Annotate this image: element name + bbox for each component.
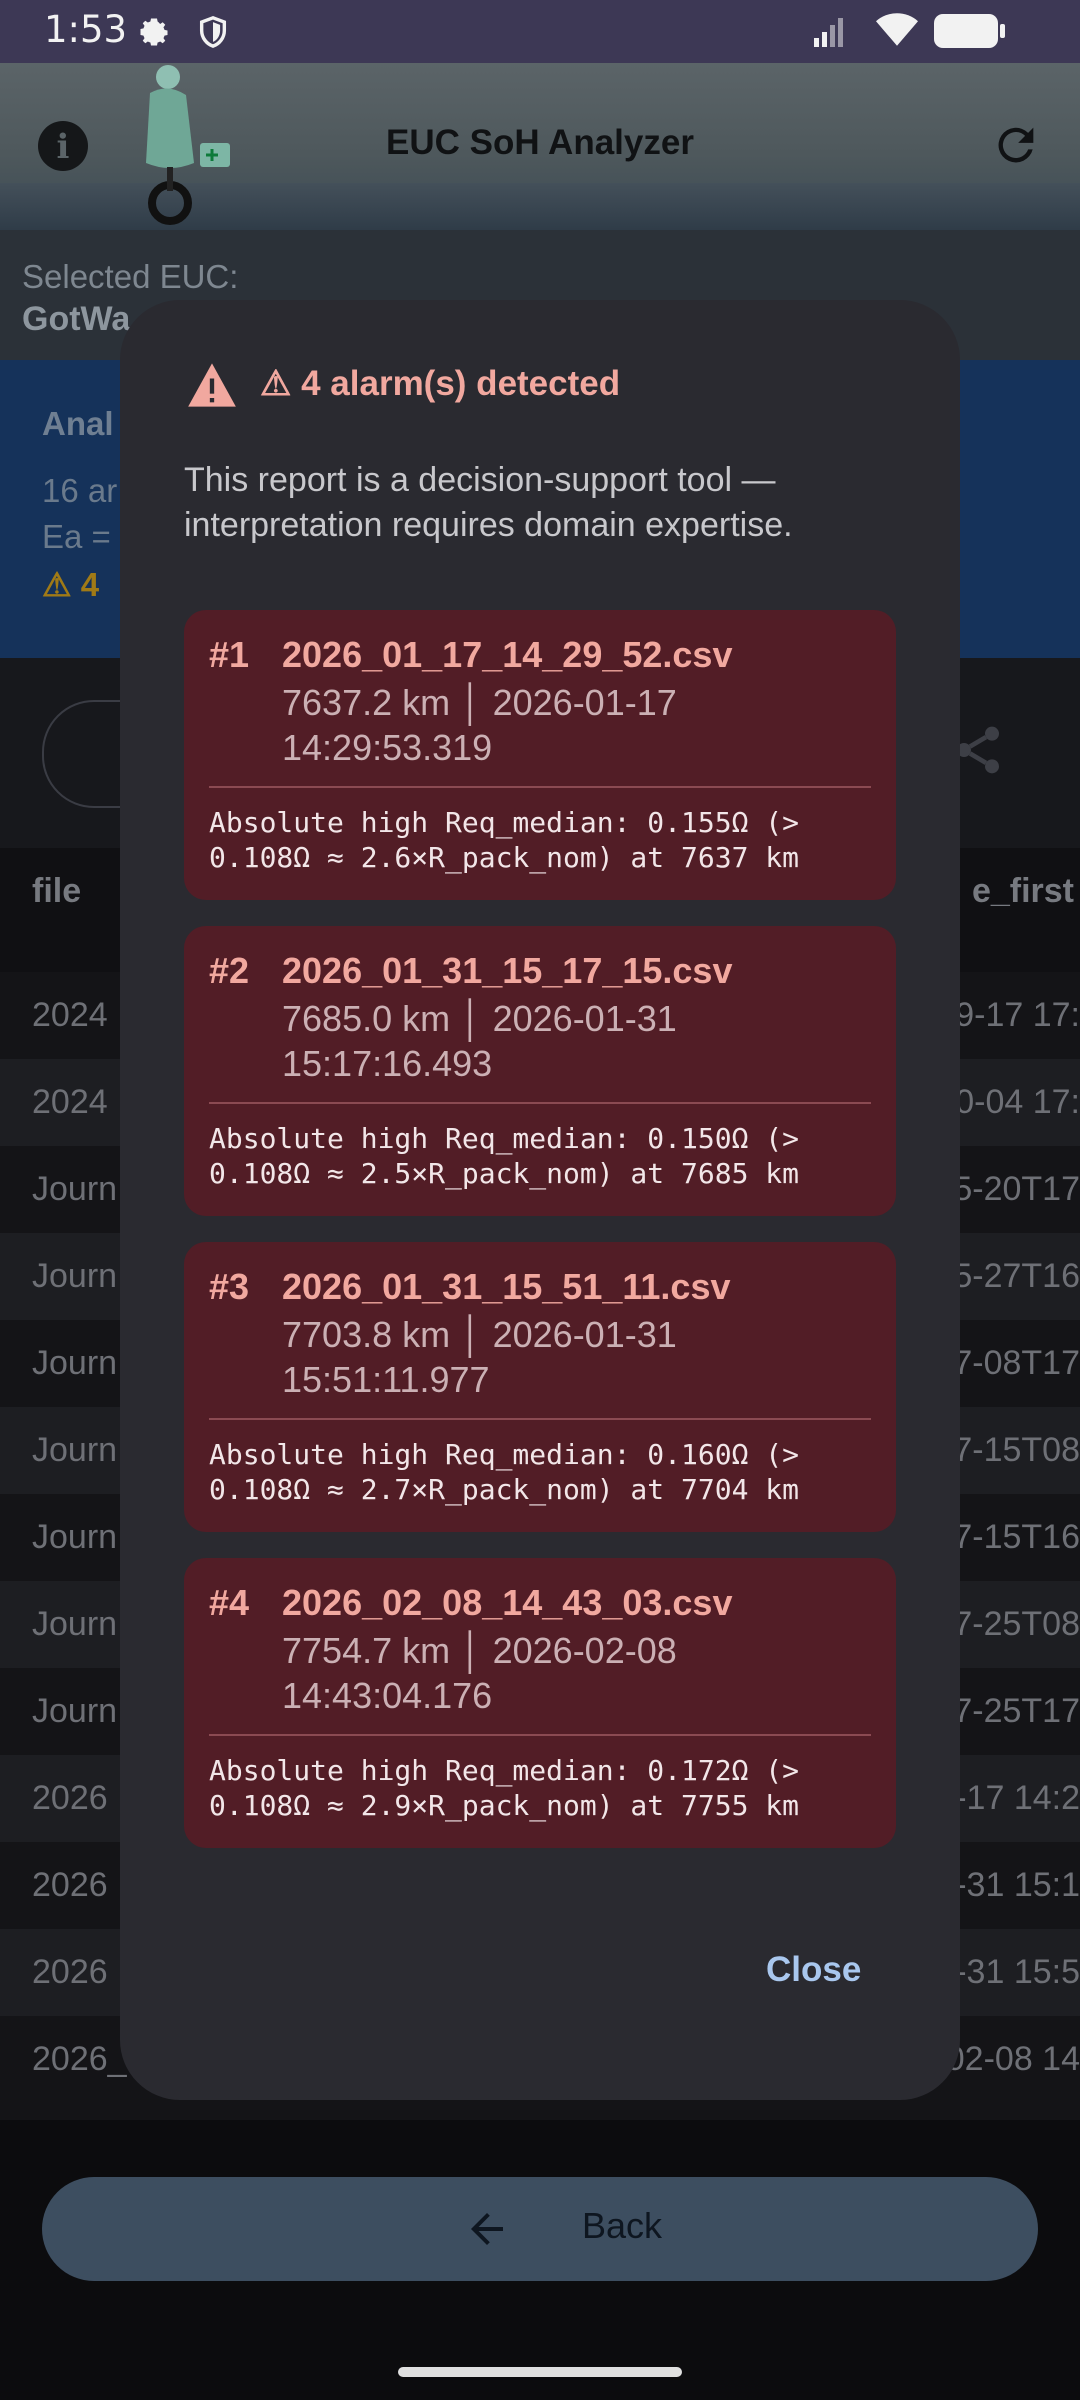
alarm-file: 2026_02_08_14_43_03.csv xyxy=(282,1582,733,1623)
alarm-number: #4 xyxy=(209,1582,250,1623)
cell: 2024 xyxy=(32,1083,108,1121)
cell: Journ xyxy=(32,1431,118,1469)
alarm-detail: Absolute high Req_median: 0.150Ω (> 0.10… xyxy=(209,1122,800,1190)
app-bar: i EUC SoH Analyzer xyxy=(0,63,1080,230)
alarm-meta: 7685.0 km │ 2026-01-31 15:17:16.493 xyxy=(282,998,677,1084)
cell: Journ xyxy=(32,1518,118,1556)
analysis-warning: ⚠ 4 xyxy=(42,566,100,603)
divider xyxy=(209,1418,871,1420)
alarm-number: #2 xyxy=(209,950,250,991)
alarm-card: #3 2026_01_31_15_51_11.csv 7703.8 km │ 2… xyxy=(184,1242,896,1532)
cell: 02-08 14 xyxy=(945,2040,1080,2078)
bottom-bar: Back xyxy=(0,2120,1080,2400)
cell: Journ xyxy=(32,1344,118,1382)
cell: 7-15T16 xyxy=(953,1518,1080,1556)
selected-euc-label: Selected EUC: xyxy=(22,258,239,295)
column-header-file: file xyxy=(32,872,82,910)
cell: 2026 xyxy=(32,1779,108,1817)
alarm-number: #3 xyxy=(209,1266,250,1307)
alarm-card: #2 2026_01_31_15_17_15.csv 7685.0 km │ 2… xyxy=(184,926,896,1216)
cell: 5-27T16 xyxy=(953,1257,1080,1295)
analysis-line: Ea = xyxy=(42,518,111,555)
cell: 7-08T17 xyxy=(953,1344,1080,1382)
alarm-file: 2026_01_31_15_51_11.csv xyxy=(282,1266,731,1307)
alarm-file: 2026_01_17_14_29_52.csv xyxy=(282,634,733,675)
signal-icon xyxy=(814,18,843,47)
dialog-title: ⚠ 4 alarm(s) detected xyxy=(260,364,621,403)
analysis-title: Anal xyxy=(42,405,114,442)
back-button[interactable]: Back xyxy=(42,2177,1038,2281)
alarm-card: #4 2026_02_08_14_43_03.csv 7754.7 km │ 2… xyxy=(184,1558,896,1848)
alarm-dialog: ⚠ 4 alarm(s) detected This report is a d… xyxy=(120,300,960,2100)
alarm-number: #1 xyxy=(209,634,250,675)
app-title: EUC SoH Analyzer xyxy=(386,123,694,162)
alarm-detail: Absolute high Req_median: 0.172Ω (> 0.10… xyxy=(209,1754,800,1822)
alarm-meta: 7754.7 km │ 2026-02-08 14:43:04.176 xyxy=(282,1630,677,1716)
cell: 7-25T08 xyxy=(953,1605,1080,1643)
close-button[interactable]: Close xyxy=(766,1950,861,1990)
cell: Journ xyxy=(32,1170,118,1208)
arrow-left-icon xyxy=(471,2213,503,2245)
warning-icon xyxy=(188,363,236,407)
cell: 7-15T08 xyxy=(953,1431,1080,1469)
cell: 2026 xyxy=(32,1953,108,1991)
back-button-label: Back xyxy=(582,2205,663,2246)
selected-euc-value: GotWa xyxy=(22,300,131,338)
cell: 2026 xyxy=(32,1866,108,1904)
alarm-meta: 7637.2 km │ 2026-01-17 14:29:53.319 xyxy=(282,682,677,768)
settings-icon xyxy=(140,18,168,46)
cell: 9-17 17: xyxy=(955,996,1080,1034)
cell: Journ xyxy=(32,1257,118,1295)
alarm-meta: 7703.8 km │ 2026-01-31 15:51:11.977 xyxy=(282,1314,677,1400)
refresh-icon[interactable] xyxy=(990,119,1042,171)
alarm-detail: Absolute high Req_median: 0.155Ω (> 0.10… xyxy=(209,806,800,874)
wifi-icon xyxy=(876,13,918,46)
dialog-message: This report is a decision-support tool —… xyxy=(184,461,793,544)
alarm-file: 2026_01_31_15_17_15.csv xyxy=(282,950,733,991)
cell: Journ xyxy=(32,1605,118,1643)
divider xyxy=(209,1734,871,1736)
cell: 2024 xyxy=(32,996,108,1034)
cell: 7-25T17 xyxy=(953,1692,1080,1730)
status-bar: 1:53 xyxy=(0,0,1080,63)
alarm-detail: Absolute high Req_median: 0.160Ω (> 0.10… xyxy=(209,1438,800,1506)
analysis-line: 16 ar xyxy=(42,472,118,509)
column-header-date-first: e_first xyxy=(971,872,1074,910)
alarm-card: #1 2026_01_17_14_29_52.csv 7637.2 km │ 2… xyxy=(184,610,896,900)
cell: 0-04 17: xyxy=(955,1083,1080,1121)
home-indicator[interactable] xyxy=(398,2367,682,2377)
battery-icon xyxy=(934,14,1005,48)
status-time: 1:53 xyxy=(44,8,128,51)
divider xyxy=(209,786,871,788)
cell: Journ xyxy=(32,1692,118,1730)
cell: 5-20T17 xyxy=(953,1170,1080,1208)
divider xyxy=(209,1102,871,1104)
shield-icon xyxy=(199,16,227,48)
